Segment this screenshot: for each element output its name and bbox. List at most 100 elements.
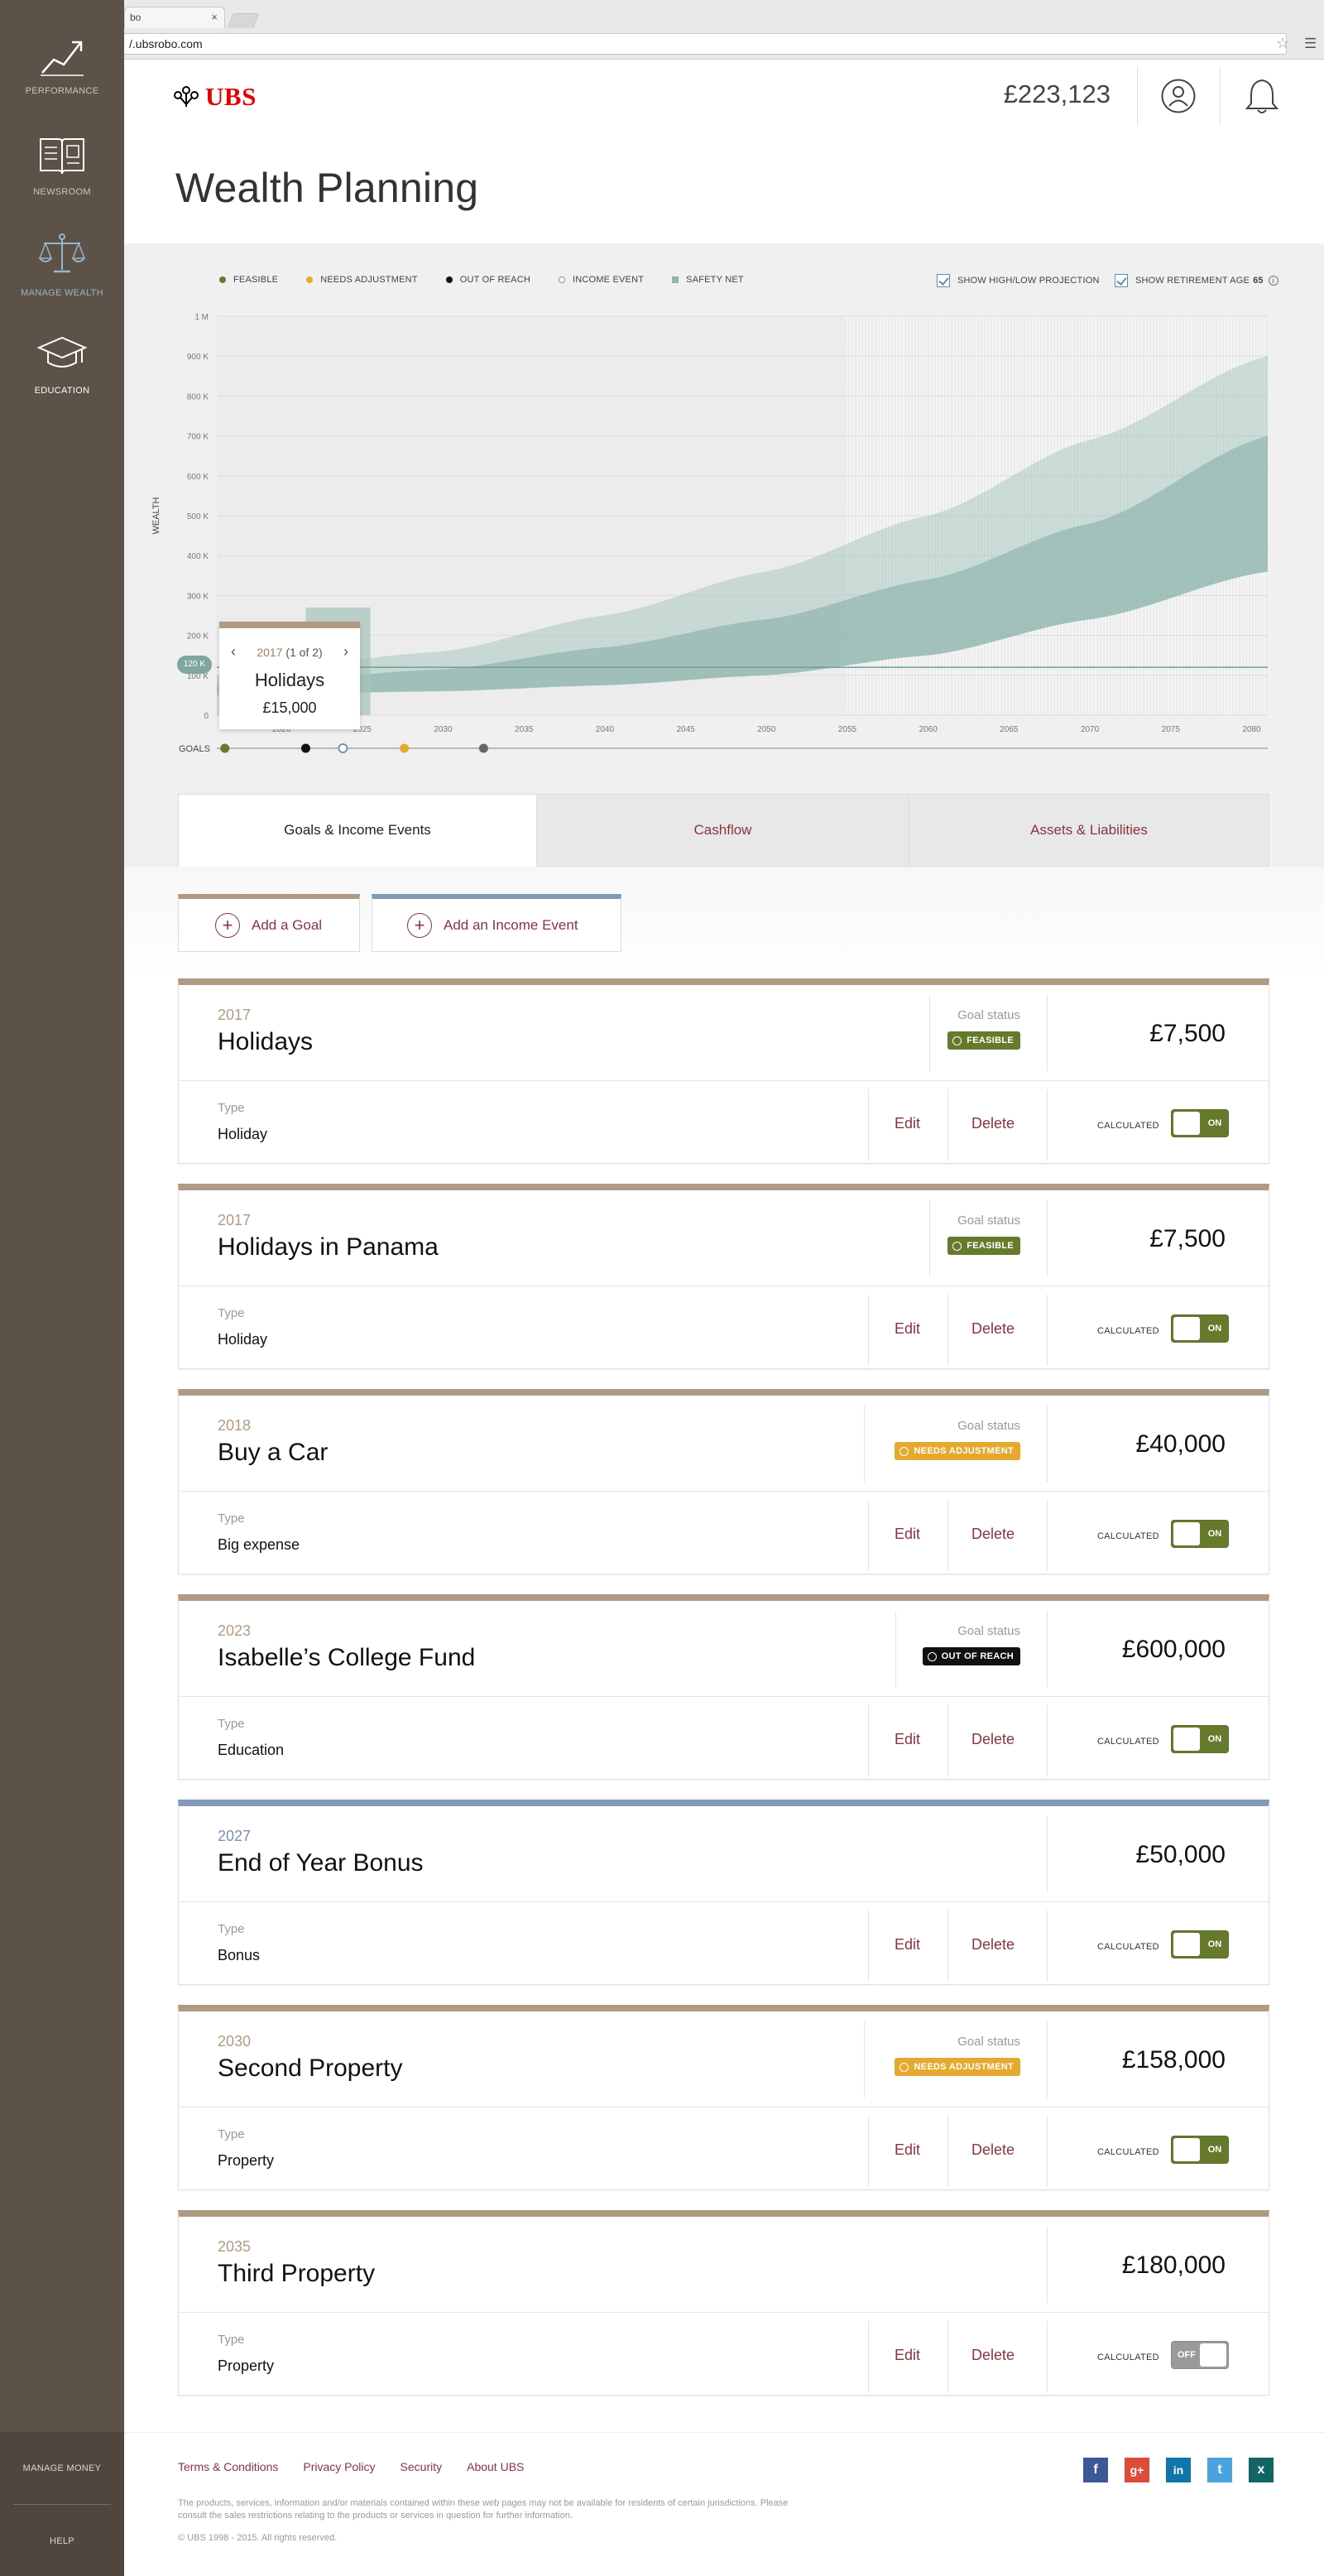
add-income-event-button[interactable]: + Add an Income Event [372,894,621,952]
delete-button[interactable]: Delete [971,1320,1015,1338]
action-divider [947,2321,948,2392]
terms-link[interactable]: Terms & Conditions [178,2460,278,2473]
calculated-toggle[interactable]: ON [1171,1109,1229,1137]
goal-card[interactable]: 2035 Third Property £180,000 Type Property Ed… [178,2210,1269,2396]
x-tick-label: 2060 [919,725,938,734]
user-avatar-icon[interactable] [1161,79,1196,113]
twitter-icon[interactable]: t [1207,2458,1232,2482]
toggle-state: ON [1207,1734,1222,1744]
notification-bell-icon[interactable] [1244,77,1280,115]
action-divider [947,2116,948,2187]
sidebar-item-newsroom[interactable]: NEWSROOM [0,132,124,223]
browser-menu-icon[interactable]: ☰ [1304,36,1317,52]
action-divider [947,1089,948,1161]
calculated-toggle[interactable]: ON [1171,1314,1229,1343]
action-divider [1047,1500,1048,1571]
security-link[interactable]: Security [401,2460,443,2473]
needs-adjustment-dot-icon [306,276,314,283]
goal-card[interactable]: 2018 Buy a Car Goal status NEEDS ADJUSTMENT… [178,1389,1269,1574]
tooltip-next-icon[interactable]: › [343,643,348,661]
tab-goals-income[interactable]: Goals & Income Events [178,794,537,867]
sidebar-item-label: EDUCATION [34,386,90,396]
new-tab-button[interactable] [227,13,260,28]
goal-marker-out_of_reach [300,743,310,753]
linkedin-icon[interactable]: in [1166,2458,1191,2482]
delete-button[interactable]: Delete [971,1731,1015,1748]
safety-net-badge: 120 K [177,656,212,674]
footer-copyright: © UBS 1998 - 2015. All rights reserved. [178,2533,338,2543]
goal-marker-needs_adjustment [400,743,410,753]
facebook-icon[interactable]: f [1083,2458,1108,2482]
privacy-link[interactable]: Privacy Policy [303,2460,375,2473]
edit-button[interactable]: Edit [895,1936,920,1954]
edit-button[interactable]: Edit [895,2141,920,2159]
show-projection-option[interactable]: SHOW HIGH/LOW PROJECTION [937,274,1100,287]
action-divider [868,1705,869,1776]
delete-button[interactable]: Delete [971,1526,1015,1543]
toggle-state: ON [1207,1118,1222,1128]
sidebar-item-manage-wealth[interactable]: MANAGE WEALTH [0,230,124,321]
browser-tab[interactable]: bo × [124,7,225,28]
tab-assets-liabilities[interactable]: Assets & Liabilities [909,794,1269,867]
tab-close-icon[interactable]: × [211,7,218,27]
out-of-reach-dot-icon [445,276,453,283]
safety-net-square-icon [672,276,679,283]
legend-label: OUT OF REACH [459,275,531,285]
add-goal-button[interactable]: + Add a Goal [178,894,360,952]
xing-icon[interactable]: x [1249,2458,1274,2482]
sidebar-item-performance[interactable]: PERFORMANCE [0,31,124,123]
help-link[interactable]: HELP [0,2536,124,2546]
calculated-toggle[interactable]: ON [1171,1725,1229,1753]
action-divider [868,1910,869,1982]
show-retirement-option[interactable]: SHOW RETIREMENT AGE 65 i [1115,274,1278,287]
goal-card[interactable]: 2017 Holidays in Panama Goal status FEASIBL… [178,1184,1269,1369]
x-tick-label: 2035 [515,725,534,734]
show-projection-checkbox[interactable] [937,274,950,287]
ubs-logo[interactable]: UBS [172,82,257,111]
bookmark-star-icon[interactable]: ☆ [1276,34,1289,52]
calculated-toggle[interactable]: ON [1171,1930,1229,1958]
show-retirement-checkbox[interactable] [1115,274,1128,287]
goal-card[interactable]: 2017 Holidays Goal status FEASIBLE £7,500 Typ… [178,978,1269,1164]
goal-type: Big expense [218,1536,300,1553]
google-plus-icon[interactable]: g+ [1125,2458,1149,2482]
toggle-state: ON [1207,2145,1222,2155]
sidebar-item-education[interactable]: EDUCATION [0,331,124,422]
browser-tab-title: bo [130,12,142,23]
calculated-toggle[interactable]: ON [1171,1520,1229,1548]
toggle-knob [1173,1112,1200,1135]
delete-button[interactable]: Delete [971,1115,1015,1132]
card-divider [179,1080,1269,1081]
calculated-toggle[interactable]: OFF [1171,2341,1229,2369]
edit-button[interactable]: Edit [895,2347,920,2364]
goal-amount: £7,500 [1149,1020,1226,1047]
tab-cashflow[interactable]: Cashflow [537,794,909,867]
info-icon[interactable]: i [1268,276,1278,286]
income-event-card[interactable]: 2027 End of Year Bonus £50,000 Type Bonus Edi… [178,1800,1269,1985]
edit-button[interactable]: Edit [895,1115,920,1132]
edit-button[interactable]: Edit [895,1526,920,1543]
manage-money-link[interactable]: MANAGE MONEY [0,2463,124,2473]
legend-feasible: FEASIBLE [219,275,278,285]
show-projection-label: SHOW HIGH/LOW PROJECTION [957,276,1100,286]
goal-card[interactable]: 2030 Second Property Goal status NEEDS ADJU… [178,2005,1269,2190]
y-tick-label: 500 K [187,512,209,521]
chart-legend: FEASIBLE NEEDS ADJUSTMENT OUT OF REACH I… [219,275,772,285]
sidebar-item-label: MANAGE WEALTH [21,288,103,298]
legend-needs-adjustment: NEEDS ADJUSTMENT [306,275,418,285]
delete-button[interactable]: Delete [971,2141,1015,2159]
delete-button[interactable]: Delete [971,2347,1015,2364]
x-tick-label: 2055 [838,725,857,734]
retirement-age-value: 65 [1253,276,1264,286]
edit-button[interactable]: Edit [895,1731,920,1748]
goal-amount: £158,000 [1121,2046,1226,2074]
delete-button[interactable]: Delete [971,1936,1015,1954]
address-bar[interactable]: /.ubsrobo.com [124,33,1287,55]
y-tick-label: 1 M [194,313,209,322]
about-link[interactable]: About UBS [467,2460,524,2473]
ubs-keys-icon [174,86,199,107]
goal-card[interactable]: 2023 Isabelle’s College Fund Goal status OU… [178,1594,1269,1780]
plus-circle-icon: + [215,912,240,938]
edit-button[interactable]: Edit [895,1320,920,1338]
calculated-toggle[interactable]: ON [1171,2136,1229,2164]
